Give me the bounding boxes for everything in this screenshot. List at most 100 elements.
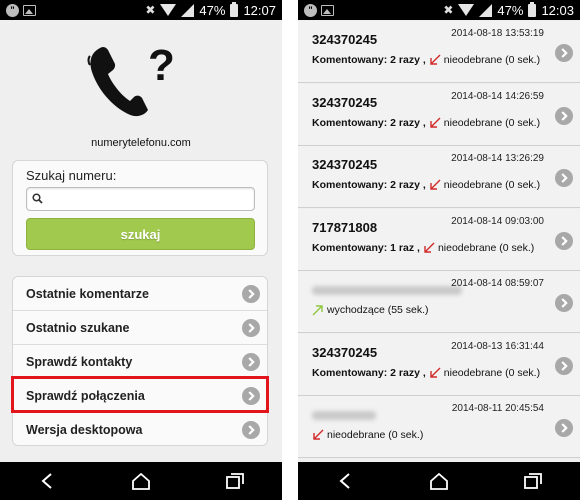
- mute-icon: ✖: [145, 3, 156, 17]
- menu-item-label: Sprawdź kontakty: [26, 354, 133, 369]
- call-row[interactable]: 324370245 2014-08-18 13:53:19 Komentowany:…: [298, 21, 580, 83]
- wifi-icon: [160, 4, 177, 16]
- call-date: 2014-08-14 09:03:00: [451, 215, 544, 227]
- battery-icon: [230, 1, 239, 17]
- missed-call-icon: [430, 179, 441, 190]
- outgoing-call-icon: [312, 305, 323, 316]
- call-status: nieodebrane (0 sek.): [437, 241, 535, 254]
- call-detail: Komentowany: 2 razy , nieodebrane (0 sek.…: [312, 117, 540, 129]
- call-row[interactable]: 324370245 2014-08-14 14:26:59 Komentowany:…: [298, 83, 580, 146]
- hangouts-icon: ": [304, 3, 317, 17]
- back-button[interactable]: [325, 467, 365, 495]
- back-icon: [339, 473, 350, 489]
- call-detail: Komentowany: 2 razy , nieodebrane (0 sek.…: [312, 367, 540, 379]
- call-row[interactable]: 2014-08-11 20:45:54 nieodebrane (0 sek.): [298, 396, 580, 458]
- phone-screen-home: " ✖ 47% 12:07 ? numerytelefonu.com Szuka…: [0, 0, 282, 500]
- comment-count: Komentowany: 1 raz ,: [312, 241, 420, 254]
- chevron-right-icon: [242, 421, 260, 439]
- call-date: 2014-08-18 13:53:19: [451, 28, 544, 39]
- site-name: numerytelefonu.com: [91, 137, 191, 149]
- search-input[interactable]: [47, 190, 247, 208]
- call-number: 324370245: [312, 32, 378, 47]
- phone-question-logo-icon: ?: [87, 41, 175, 117]
- comment-count: Komentowany: 2 razy ,: [312, 54, 426, 66]
- call-detail: wychodzące (55 sek.): [312, 304, 429, 316]
- call-status: nieodebrane (0 sek.): [327, 429, 424, 441]
- call-date: 2014-08-14 13:26:29: [451, 153, 544, 164]
- signal-icon: [181, 3, 195, 17]
- chevron-right-icon: [555, 294, 573, 312]
- signal-icon: [479, 3, 493, 17]
- site-logo: ? numerytelefonu.com: [0, 30, 282, 155]
- battery-icon: [528, 1, 537, 17]
- search-field[interactable]: [26, 187, 255, 211]
- comment-count: Komentowany: 2 razy ,: [312, 116, 426, 129]
- call-status: nieodebrane (0 sek.): [443, 54, 541, 66]
- call-date: 2014-08-13 16:31:44: [451, 340, 544, 352]
- call-row[interactable]: 2014-08-14 08:59:07 wychodzące (55 sek.): [298, 271, 580, 333]
- chevron-right-icon: [555, 231, 573, 250]
- nav-bar: [0, 462, 282, 500]
- main-menu: Ostatnie komentarze Ostatnio szukane Spr…: [12, 276, 268, 446]
- search-icon: [32, 193, 43, 204]
- battery-percent: 47%: [497, 2, 524, 18]
- call-number: 324370245: [312, 157, 378, 172]
- menu-item-check-contacts[interactable]: Sprawdź kontakty: [13, 345, 267, 379]
- image-notification-icon: [321, 4, 334, 16]
- home-icon: [132, 472, 150, 490]
- home-button[interactable]: [419, 467, 459, 495]
- back-icon: [41, 473, 52, 489]
- menu-item-recent-comments[interactable]: Ostatnie komentarze: [13, 277, 267, 311]
- chevron-right-icon: [555, 106, 573, 125]
- svg-text:?: ?: [148, 41, 175, 90]
- phone-screen-call-log: " ✖ 47% 12:03 324370245 2014-08-18 13:53:…: [298, 0, 580, 500]
- search-button[interactable]: szukaj: [26, 218, 255, 250]
- home-button[interactable]: [121, 467, 161, 495]
- call-number: 324370245: [312, 94, 378, 110]
- call-date: 2014-08-14 14:26:59: [451, 90, 544, 102]
- battery-percent: 47%: [199, 2, 226, 18]
- missed-call-icon: [424, 242, 435, 253]
- search-card: Szukaj numeru: szukaj: [12, 160, 268, 256]
- menu-item-label: Ostatnio szukane: [26, 320, 130, 335]
- chevron-right-icon: [555, 356, 573, 375]
- call-detail: Komentowany: 2 razy , nieodebrane (0 sek.…: [312, 54, 540, 66]
- chevron-right-icon: [555, 44, 573, 62]
- call-number: 717871808: [312, 219, 378, 235]
- chevron-right-icon: [555, 169, 573, 187]
- image-notification-icon: [23, 4, 36, 16]
- missed-call-icon: [313, 429, 324, 440]
- recents-button[interactable]: [513, 467, 553, 495]
- wifi-icon: [458, 4, 475, 16]
- back-button[interactable]: [27, 467, 67, 495]
- nav-bar: [298, 462, 580, 500]
- recents-button[interactable]: [215, 467, 255, 495]
- call-row[interactable]: 717871808 2014-08-14 09:03:00 Komentowany:…: [298, 208, 580, 271]
- missed-call-icon: [430, 367, 441, 378]
- recents-icon: [524, 473, 542, 489]
- menu-item-desktop-version[interactable]: Wersja desktopowa: [13, 413, 267, 447]
- status-time: 12:03: [541, 2, 574, 18]
- chevron-right-icon: [242, 353, 260, 371]
- status-time: 12:07: [243, 2, 276, 18]
- home-icon: [430, 472, 448, 490]
- highlight-box: [11, 376, 269, 413]
- call-status: nieodebrane (0 sek.): [443, 179, 541, 191]
- call-detail: Komentowany: 1 raz , nieodebrane (0 sek.): [312, 242, 534, 254]
- mute-icon: ✖: [443, 3, 454, 17]
- call-row[interactable]: 324370245 2014-08-14 13:26:29 Komentowany:…: [298, 146, 580, 208]
- call-date: 2014-08-14 08:59:07: [451, 278, 544, 289]
- chevron-right-icon: [555, 419, 573, 437]
- call-row[interactable]: 324370245 2014-08-13 16:31:44 Komentowany:…: [298, 333, 580, 396]
- hangouts-icon: ": [6, 3, 19, 17]
- chevron-right-icon: [242, 319, 260, 337]
- menu-item-label: Ostatnie komentarze: [26, 286, 149, 301]
- comment-count: Komentowany: 2 razy ,: [312, 179, 426, 191]
- chevron-right-icon: [242, 285, 260, 303]
- search-label: Szukaj numeru:: [26, 168, 117, 183]
- call-number: 324370245: [312, 344, 378, 360]
- menu-item-recently-searched[interactable]: Ostatnio szukane: [13, 311, 267, 345]
- call-detail: Komentowany: 2 razy , nieodebrane (0 sek.…: [312, 179, 540, 191]
- call-detail: nieodebrane (0 sek.): [312, 429, 423, 441]
- status-bar: " ✖ 47% 12:07: [0, 0, 282, 20]
